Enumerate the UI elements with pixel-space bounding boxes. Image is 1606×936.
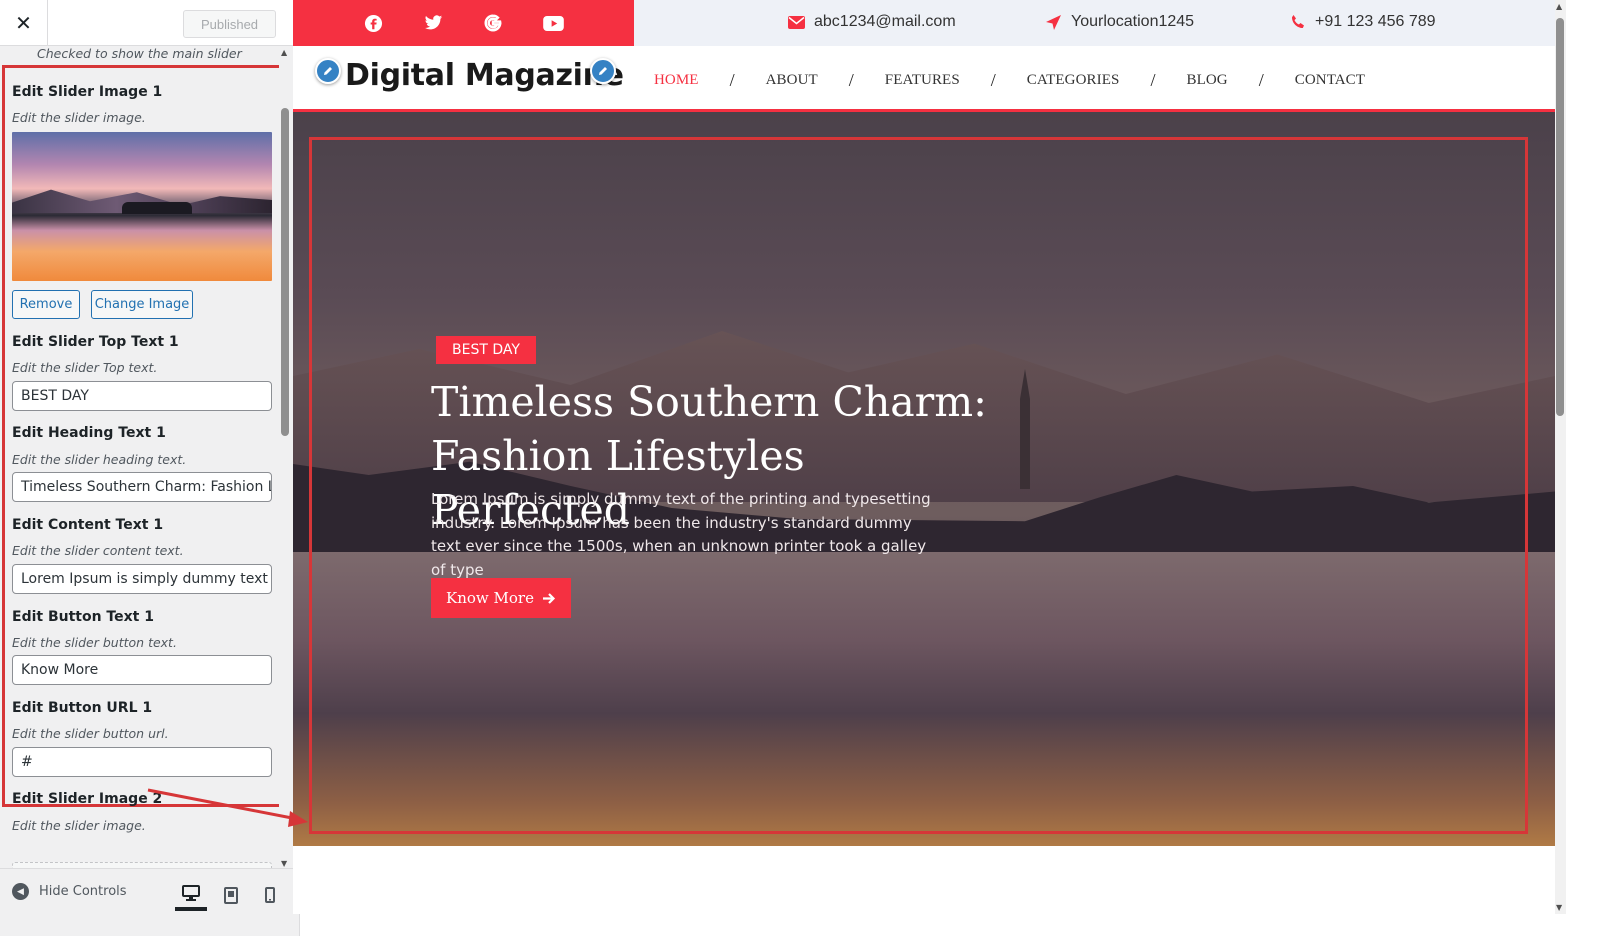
mobile-icon: [265, 887, 275, 903]
google-icon[interactable]: [484, 14, 502, 32]
preview-scroll-up-icon[interactable]: ▲: [1556, 2, 1562, 11]
remove-image-button[interactable]: Remove: [12, 290, 80, 319]
site-header: Digital Magazine HOME / ABOUT / FEATURES…: [293, 46, 1555, 112]
slider-image-1-thumbnail[interactable]: [12, 132, 272, 281]
slider-top-text-title: Edit Slider Top Text 1: [12, 334, 179, 350]
facebook-icon[interactable]: [364, 14, 383, 33]
site-preview: abc1234@mail.com Yourlocation1245 +91 12…: [293, 0, 1555, 914]
slider-toggle-hint: Checked to show the main slider: [37, 46, 242, 61]
preview-tablet-button[interactable]: [215, 879, 247, 911]
preview-desktop-button[interactable]: [175, 879, 207, 911]
button-text-input[interactable]: Know More: [12, 655, 272, 685]
slider-top-text-desc: Edit the slider Top text.: [12, 360, 158, 375]
hide-controls-label: Hide Controls: [39, 884, 127, 899]
customizer-sidebar: ✕ Published Checked to show the main sli…: [0, 0, 300, 936]
know-more-label: Know More: [446, 589, 534, 607]
twitter-icon[interactable]: [424, 15, 443, 31]
email-text: abc1234@mail.com: [814, 13, 956, 30]
scroll-up-arrow-icon[interactable]: ▲: [281, 48, 287, 57]
button-url-input[interactable]: #: [12, 747, 272, 777]
button-url-desc: Edit the slider button url.: [12, 726, 169, 741]
location-arrow-icon: [1046, 14, 1061, 30]
heading-text-desc: Edit the slider heading text.: [12, 452, 187, 467]
nav-categories[interactable]: CATEGORIES: [1027, 72, 1120, 89]
customizer-header: ✕ Published: [0, 0, 300, 46]
top-bar: abc1234@mail.com Yourlocation1245 +91 12…: [293, 0, 1555, 46]
nav-about[interactable]: ABOUT: [766, 72, 818, 89]
know-more-button[interactable]: Know More: [431, 578, 571, 618]
change-image-button[interactable]: Change Image: [91, 290, 193, 319]
contact-phone[interactable]: +91 123 456 789: [1290, 13, 1436, 31]
edit-logo-pencil-icon[interactable]: [315, 58, 341, 84]
hero-top-badge: BEST DAY: [436, 336, 536, 364]
slider-image-2-desc: Edit the slider image.: [12, 818, 146, 833]
edit-menu-pencil-icon[interactable]: [590, 58, 616, 84]
hero-content: Lorem Ipsum is simply dummy text of the …: [431, 490, 931, 579]
hide-controls-button[interactable]: ◀ Hide Controls: [12, 883, 127, 900]
close-customizer-button[interactable]: ✕: [0, 0, 48, 46]
heading-text-input[interactable]: Timeless Southern Charm: Fashion Lifesty…: [12, 472, 272, 502]
collapse-arrow-icon: ◀: [12, 883, 29, 900]
main-menu: HOME / ABOUT / FEATURES / CATEGORIES / B…: [654, 70, 1365, 91]
contact-email[interactable]: abc1234@mail.com: [788, 13, 956, 31]
preview-mobile-button[interactable]: [254, 879, 286, 911]
menu-separator: /: [990, 70, 996, 90]
desktop-icon: [182, 885, 200, 901]
menu-separator: /: [1258, 70, 1264, 90]
envelope-icon: [788, 15, 805, 29]
published-button[interactable]: Published: [183, 10, 276, 38]
button-text-title: Edit Button Text 1: [12, 609, 154, 625]
customizer-footer: ◀ Hide Controls: [0, 868, 293, 914]
preview-scrollbar[interactable]: ▲ ▼: [1555, 0, 1566, 914]
preview-scroll-thumb[interactable]: [1556, 18, 1564, 416]
menu-separator: /: [848, 70, 854, 90]
content-text-desc: Edit the slider content text.: [12, 543, 184, 558]
menu-separator: /: [729, 70, 735, 90]
nav-home[interactable]: HOME: [654, 72, 699, 89]
nav-blog[interactable]: BLOG: [1186, 72, 1227, 89]
contact-location[interactable]: Yourlocation1245: [1045, 13, 1194, 31]
youtube-icon[interactable]: [542, 15, 564, 31]
phone-icon: [1292, 15, 1304, 28]
sidebar-scroll-thumb[interactable]: [281, 108, 289, 436]
social-links: [293, 0, 634, 46]
sidebar-scrollbar[interactable]: ▲ ▼: [279, 46, 292, 868]
button-url-title: Edit Button URL 1: [12, 700, 153, 716]
phone-text: +91 123 456 789: [1315, 13, 1436, 30]
preview-scroll-down-icon[interactable]: ▼: [1556, 903, 1562, 912]
heading-text-title: Edit Heading Text 1: [12, 425, 166, 441]
location-text: Yourlocation1245: [1071, 13, 1195, 30]
controls-panel[interactable]: Checked to show the main slider Edit Sli…: [0, 46, 286, 888]
nav-features[interactable]: FEATURES: [885, 72, 960, 89]
arrow-right-icon: [542, 592, 556, 604]
slider-top-text-input[interactable]: BEST DAY: [12, 381, 272, 411]
slider-image-1-desc: Edit the slider image.: [12, 110, 146, 125]
content-text-input[interactable]: Lorem Ipsum is simply dummy text of the …: [12, 564, 272, 594]
scroll-down-arrow-icon[interactable]: ▼: [281, 859, 287, 868]
slider-image-2-title: Edit Slider Image 2: [12, 791, 163, 807]
button-text-desc: Edit the slider button text.: [12, 635, 177, 650]
nav-contact[interactable]: CONTACT: [1295, 72, 1365, 89]
content-text-title: Edit Content Text 1: [12, 517, 164, 533]
hero-slider[interactable]: BEST DAY Timeless Southern Charm: Fashio…: [293, 112, 1555, 846]
menu-separator: /: [1150, 70, 1156, 90]
slider-image-1-title: Edit Slider Image 1: [12, 84, 163, 100]
site-logo[interactable]: Digital Magazine: [345, 58, 624, 93]
tablet-icon: [224, 886, 238, 904]
